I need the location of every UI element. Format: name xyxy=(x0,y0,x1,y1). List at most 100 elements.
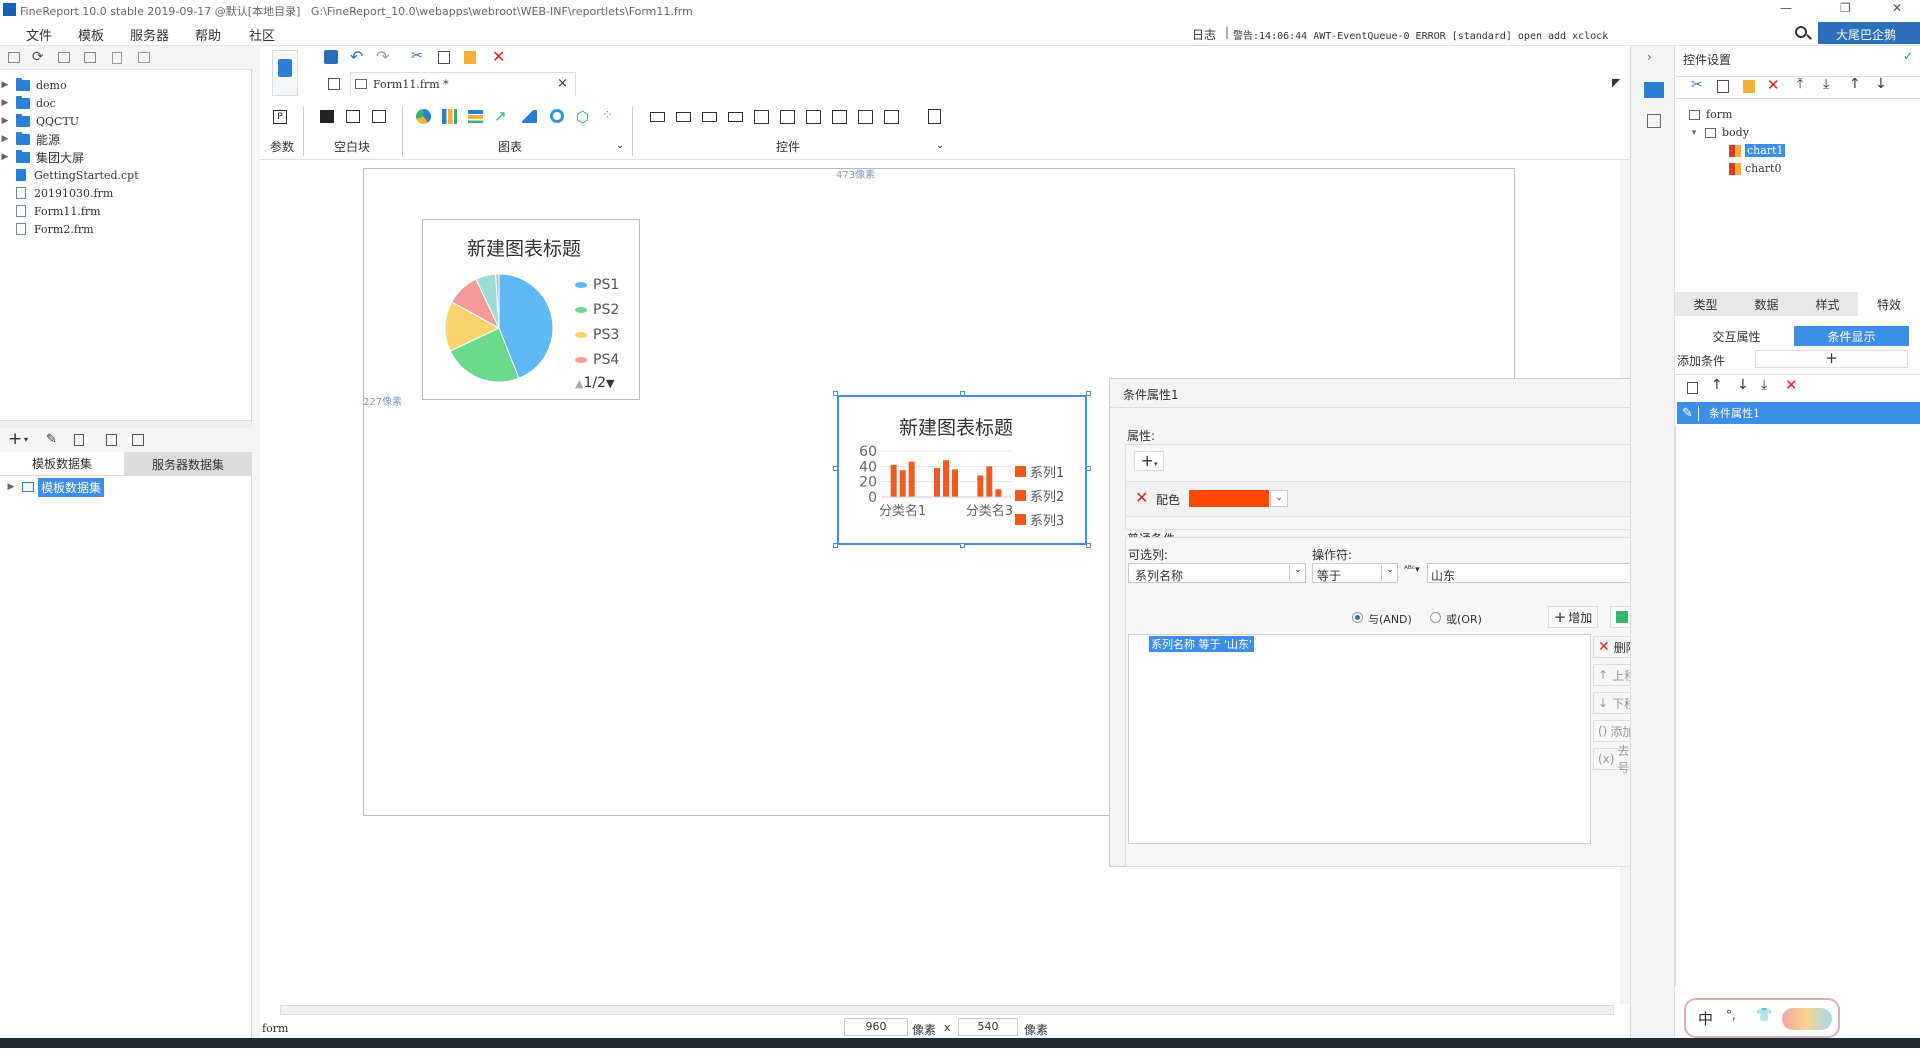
bar-系列1-分类名2[interactable] xyxy=(934,467,940,497)
resize-handle[interactable] xyxy=(960,543,965,548)
bar-系列3-分类名3[interactable] xyxy=(995,489,1002,497)
split-v-icon[interactable] xyxy=(372,110,386,123)
resize-handle[interactable] xyxy=(1086,466,1091,471)
horizontal-scrollbar[interactable] xyxy=(280,1005,1614,1015)
calendar-icon[interactable] xyxy=(780,110,795,124)
cond-up-icon[interactable]: ↑ xyxy=(1711,377,1723,393)
delete-widget-icon[interactable]: ✕ xyxy=(1767,76,1780,94)
widget-settings-tab-icon[interactable] xyxy=(1644,82,1664,98)
number-box-icon[interactable] xyxy=(676,112,691,122)
color-swatch[interactable] xyxy=(1189,490,1269,507)
checkbox-icon[interactable] xyxy=(806,110,821,124)
tree-item-energy[interactable]: ▶ 能源 xyxy=(0,130,60,148)
chart1-widget[interactable]: 新建图表标题 0 20 40 60 分类名1 分类名3 系列1 系列2 系列3 xyxy=(837,395,1087,545)
or-radio[interactable] xyxy=(1430,612,1441,623)
date-icon[interactable] xyxy=(754,110,769,124)
bar-系列3-分类名1[interactable] xyxy=(908,461,915,497)
param-icon[interactable]: P xyxy=(273,110,287,124)
expand-caret-icon[interactable]: ▶ xyxy=(6,482,16,492)
layout-tab-icon[interactable] xyxy=(1647,114,1661,128)
condition-item[interactable]: ✎ 条件属性1 xyxy=(1677,402,1920,424)
tab-menu-icon[interactable]: ◤ xyxy=(1612,76,1620,89)
split-h-icon[interactable] xyxy=(346,110,360,123)
refresh-icon[interactable]: ⟳ xyxy=(32,49,44,65)
add-dataset-icon[interactable]: + xyxy=(8,429,22,449)
dataset-tab-template[interactable]: 模板数据集 xyxy=(0,452,124,476)
tree-node-body[interactable]: ▾ body xyxy=(1689,126,1749,139)
dataset-tree-item[interactable]: ▶ 模板数据集 xyxy=(6,477,105,497)
legend-item-ps1[interactable]: PS1 xyxy=(575,272,639,297)
expand-caret-icon[interactable]: ▶ xyxy=(0,134,10,144)
chart-more-icon[interactable]: ⌄ xyxy=(616,140,624,151)
cond-delete-icon[interactable]: ✕ xyxy=(1785,376,1798,394)
menu-file[interactable]: 文件 xyxy=(26,25,52,44)
menu-template[interactable]: 模板 xyxy=(78,25,104,44)
gauge-chart-icon[interactable] xyxy=(550,109,564,123)
hbar-chart-icon[interactable] xyxy=(468,110,483,123)
edit-icon[interactable]: ✎ xyxy=(46,432,57,447)
dataset-tab-server[interactable]: 服务器数据集 xyxy=(124,452,252,476)
widget-more-icon[interactable]: ⌄ xyxy=(936,140,944,151)
preview-icon[interactable] xyxy=(106,434,117,446)
expand-caret-icon[interactable]: ▶ xyxy=(0,152,10,162)
resize-handle[interactable] xyxy=(960,391,965,396)
delete-file-icon[interactable] xyxy=(112,52,122,64)
tree-node-chart1[interactable]: chart1 xyxy=(1729,144,1786,157)
radio-icon[interactable] xyxy=(858,110,873,124)
add-condition-plus-button[interactable]: + xyxy=(1755,350,1908,368)
tree-item-qqctu[interactable]: ▶ QQCTU xyxy=(0,112,79,130)
locate-icon[interactable] xyxy=(58,52,70,63)
block-icon[interactable] xyxy=(320,110,334,123)
tree-item-20191030[interactable]: 20191030.frm xyxy=(0,184,113,202)
next-page-icon[interactable]: ▼ xyxy=(606,377,614,390)
ime-lang[interactable]: 中 xyxy=(1698,1008,1713,1029)
shirt-icon[interactable]: 👕 xyxy=(1756,1008,1772,1023)
search-icon[interactable] xyxy=(1795,26,1807,38)
and-radio[interactable] xyxy=(1352,612,1363,623)
legend-pager[interactable]: ▲ 1/2 ▼ xyxy=(575,372,639,394)
dropdown-caret-icon[interactable]: ▾ xyxy=(24,435,28,444)
cond-down-icon[interactable]: ↓ xyxy=(1737,377,1749,393)
resize-handle[interactable] xyxy=(1086,391,1091,396)
ime-widget[interactable]: 中 °, 👕 xyxy=(1684,998,1840,1038)
height-field[interactable]: 540 xyxy=(958,1018,1018,1036)
legend-item-series1[interactable]: 系列1 xyxy=(1015,459,1081,483)
paste-icon[interactable] xyxy=(464,51,476,64)
tab-effect[interactable]: 特效 xyxy=(1858,292,1920,316)
delete-dataset-icon[interactable] xyxy=(74,434,84,446)
server-icon[interactable] xyxy=(132,434,144,446)
expand-caret-icon[interactable]: ▶ xyxy=(0,116,10,126)
menu-help[interactable]: 帮助 xyxy=(195,25,221,44)
editor-tab[interactable]: Form11.frm * × xyxy=(350,72,576,96)
subtab-condition-display[interactable]: 条件显示 xyxy=(1794,326,1909,346)
formula-type-icon[interactable]: ᴬᴮᶜ▾ xyxy=(1404,565,1420,575)
resize-handle[interactable] xyxy=(833,543,838,548)
paste-widget-icon[interactable] xyxy=(1743,80,1755,93)
add-attr-button[interactable]: +▾ xyxy=(1134,451,1164,471)
move-down-icon[interactable]: ↓ xyxy=(1875,76,1887,92)
tree-node-form[interactable]: form xyxy=(1689,108,1732,121)
grid-icon[interactable] xyxy=(328,78,340,90)
legend-item-series3[interactable]: 系列3 xyxy=(1015,507,1081,531)
close-window-button[interactable]: ✕ xyxy=(1892,1,1902,15)
resize-handle[interactable] xyxy=(833,391,838,396)
radar-chart-icon[interactable]: ⬡ xyxy=(576,108,589,126)
tree-item-doc[interactable]: ▶ doc xyxy=(0,94,56,112)
cond-bottom-icon[interactable]: ⤓ xyxy=(1761,377,1767,393)
operator-select[interactable]: 等于 ⌄ xyxy=(1312,563,1398,583)
chart0-widget[interactable]: 新建图表标题 PS1 PS2 PS3 PS4 ▲ 1/2 ▼ xyxy=(422,219,640,400)
tab-style[interactable]: 样式 xyxy=(1797,292,1858,316)
panel-splitter[interactable] xyxy=(0,420,252,428)
tab-type[interactable]: 类型 xyxy=(1675,292,1736,316)
line-chart-icon[interactable]: ↗ xyxy=(494,107,507,125)
new-folder-icon[interactable] xyxy=(8,52,20,63)
move-bottom-icon[interactable]: ⤓ xyxy=(1823,76,1829,92)
user-name[interactable]: 大尾巴企鹅 xyxy=(1836,26,1896,43)
copy-cond-icon[interactable] xyxy=(1687,382,1698,394)
delete-icon[interactable]: ✕ xyxy=(492,47,505,66)
resize-handle[interactable] xyxy=(1086,543,1091,548)
menu-community[interactable]: 社区 xyxy=(249,25,275,44)
remove-attr-icon[interactable]: ✕ xyxy=(1135,488,1148,507)
expand-caret-icon[interactable]: ▶ xyxy=(0,80,10,90)
log-link[interactable]: 日志 xyxy=(1192,26,1216,43)
